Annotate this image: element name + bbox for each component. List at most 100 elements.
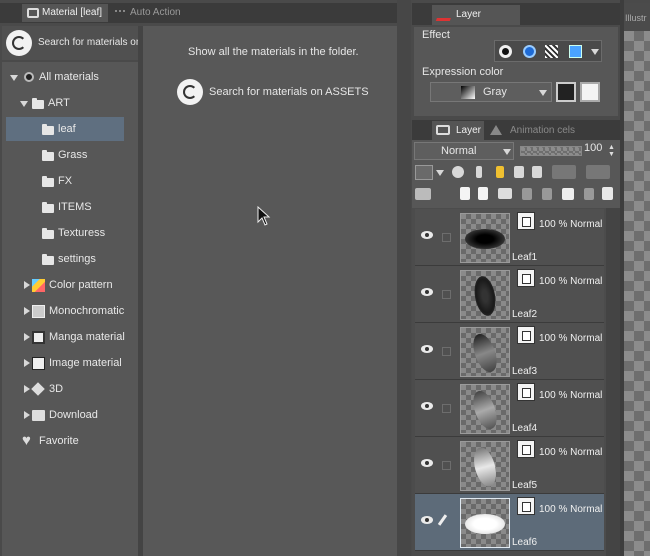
tone-effect-icon[interactable]: [523, 45, 536, 58]
layer-row[interactable]: 100 % Normal Leaf4: [415, 380, 604, 437]
tree-item-label: All materials: [39, 71, 99, 83]
new-raster-layer-icon[interactable]: [460, 187, 470, 200]
layer-color-effect-icon[interactable]: [569, 45, 582, 58]
folder-icon: [42, 228, 54, 239]
layer-lock-checkbox[interactable]: [442, 461, 451, 470]
layer-list-scrollbar[interactable]: [606, 208, 620, 556]
blend-mode-select[interactable]: Normal: [414, 142, 514, 160]
delete-layer-icon[interactable]: [602, 187, 613, 200]
border-effect-icon[interactable]: [499, 45, 512, 58]
tree-item-monochromatic[interactable]: Monochromatic: [2, 299, 138, 323]
tree-item-color-pattern[interactable]: Color pattern: [2, 273, 138, 297]
sub-color-swatch[interactable]: [580, 82, 600, 102]
create-mask-icon[interactable]: [562, 188, 574, 200]
layer-lock-checkbox[interactable]: [442, 233, 451, 242]
tree-item-art[interactable]: ART: [2, 91, 138, 115]
chevron-down-icon[interactable]: [436, 170, 444, 176]
effect-toggle-group: [494, 40, 602, 62]
eye-icon[interactable]: [421, 516, 433, 524]
new-folder-icon[interactable]: [498, 188, 512, 199]
reference-layer-icon[interactable]: [476, 166, 482, 178]
layer-row[interactable]: 100 % Normal Leaf3: [415, 323, 604, 380]
tree-item-label: ART: [48, 97, 70, 109]
opacity-value[interactable]: 100: [584, 142, 602, 154]
tab-layer-property[interactable]: Layer Property: [432, 5, 520, 40]
auto-action-icon: [115, 10, 125, 16]
layer-lock-checkbox[interactable]: [442, 347, 451, 356]
apply-mask-icon[interactable]: [584, 188, 594, 200]
tab-animation-cels[interactable]: Animation cels: [486, 121, 576, 140]
main-color-swatch[interactable]: [556, 82, 576, 102]
ruler-enable-icon[interactable]: [586, 165, 610, 179]
tree-item-label: Grass: [58, 149, 88, 161]
canvas-area[interactable]: [624, 31, 650, 556]
tree-item-3d[interactable]: 3D: [2, 377, 138, 401]
tree-item-label: leaf: [58, 123, 76, 135]
tree-item-fx[interactable]: FX: [2, 169, 138, 193]
chevron-right-icon[interactable]: [24, 333, 30, 341]
layer-color-button[interactable]: [415, 165, 433, 180]
opacity-stepper-icon[interactable]: ▲ ▼: [608, 144, 615, 158]
tree-item-items[interactable]: ITEMS: [2, 195, 138, 219]
chevron-down-icon[interactable]: [10, 75, 18, 81]
splitter-middle[interactable]: [397, 0, 411, 556]
clip-lower-layer-icon[interactable]: [452, 166, 464, 178]
pen-edit-icon: [437, 514, 448, 526]
eye-icon[interactable]: [421, 402, 433, 410]
layer-stack-icon[interactable]: [415, 188, 431, 200]
tree-item-grass[interactable]: Grass: [2, 143, 138, 167]
tree-item-manga-material[interactable]: Manga material: [2, 325, 138, 349]
chevron-right-icon[interactable]: [24, 359, 30, 367]
tree-item-label: Color pattern: [49, 279, 113, 291]
chevron-right-icon[interactable]: [24, 411, 30, 419]
layer-blend-info: 100 % Normal: [539, 219, 603, 230]
layers-icon: [436, 125, 450, 135]
eye-icon[interactable]: [421, 459, 433, 467]
mask-enable-icon[interactable]: [552, 165, 576, 179]
lock-transparent-icon[interactable]: [532, 166, 542, 178]
layer-name: Leaf1: [512, 252, 538, 263]
search-materials-button[interactable]: Search for materials on AS: [2, 26, 157, 60]
expression-color-select[interactable]: Gray: [430, 82, 552, 102]
raster-layer-icon: [517, 212, 535, 230]
tab-canvas[interactable]: Illustr: [625, 13, 647, 23]
chevron-down-icon: [539, 90, 547, 96]
eye-icon[interactable]: [421, 231, 433, 239]
layer-lock-checkbox[interactable]: [442, 290, 451, 299]
chevron-down-icon[interactable]: [20, 101, 28, 107]
draft-layer-icon[interactable]: [496, 166, 504, 178]
chevron-right-icon[interactable]: [24, 385, 30, 393]
new-vector-layer-icon[interactable]: [478, 187, 488, 200]
tree-item-settings[interactable]: settings: [2, 247, 138, 271]
assets-search-link[interactable]: Search for materials on ASSETS: [177, 78, 377, 106]
layer-row[interactable]: 100 % Normal Leaf1: [415, 209, 604, 266]
layer-lock-checkbox[interactable]: [442, 404, 451, 413]
tree-item-texturess[interactable]: Texturess: [2, 221, 138, 245]
tree-item-all-materials[interactable]: All materials: [2, 65, 138, 89]
merge-down-icon[interactable]: [542, 188, 552, 200]
chevron-right-icon[interactable]: [24, 307, 30, 315]
layer-row-selected[interactable]: 100 % Normal Leaf6: [415, 494, 604, 551]
layer-name: Leaf4: [512, 423, 538, 434]
tree-item-download[interactable]: Download: [2, 403, 138, 427]
texture-effect-icon[interactable]: [545, 45, 558, 58]
opacity-slider[interactable]: [520, 146, 582, 156]
eye-icon[interactable]: [421, 345, 433, 353]
tree-item-image-material[interactable]: Image material: [2, 351, 138, 375]
chevron-down-icon[interactable]: [591, 49, 599, 55]
tree-item-leaf[interactable]: leaf: [6, 117, 124, 141]
lock-layer-icon[interactable]: [514, 166, 524, 178]
tree-item-favorite[interactable]: ♥ Favorite: [2, 429, 138, 453]
chevron-right-icon[interactable]: [24, 281, 30, 289]
image-icon: [32, 357, 45, 370]
layer-row[interactable]: 100 % Normal Leaf2: [415, 266, 604, 323]
transfer-down-icon[interactable]: [522, 188, 532, 200]
tab-layer[interactable]: Layer: [432, 121, 484, 140]
folder-icon: [42, 124, 54, 135]
expression-color-label: Expression color: [422, 66, 504, 78]
raster-layer-icon: [517, 383, 535, 401]
blend-mode-value: Normal: [441, 145, 477, 157]
monochromatic-icon: [32, 305, 45, 318]
layer-row[interactable]: 100 % Normal Leaf5: [415, 437, 604, 494]
eye-icon[interactable]: [421, 288, 433, 296]
